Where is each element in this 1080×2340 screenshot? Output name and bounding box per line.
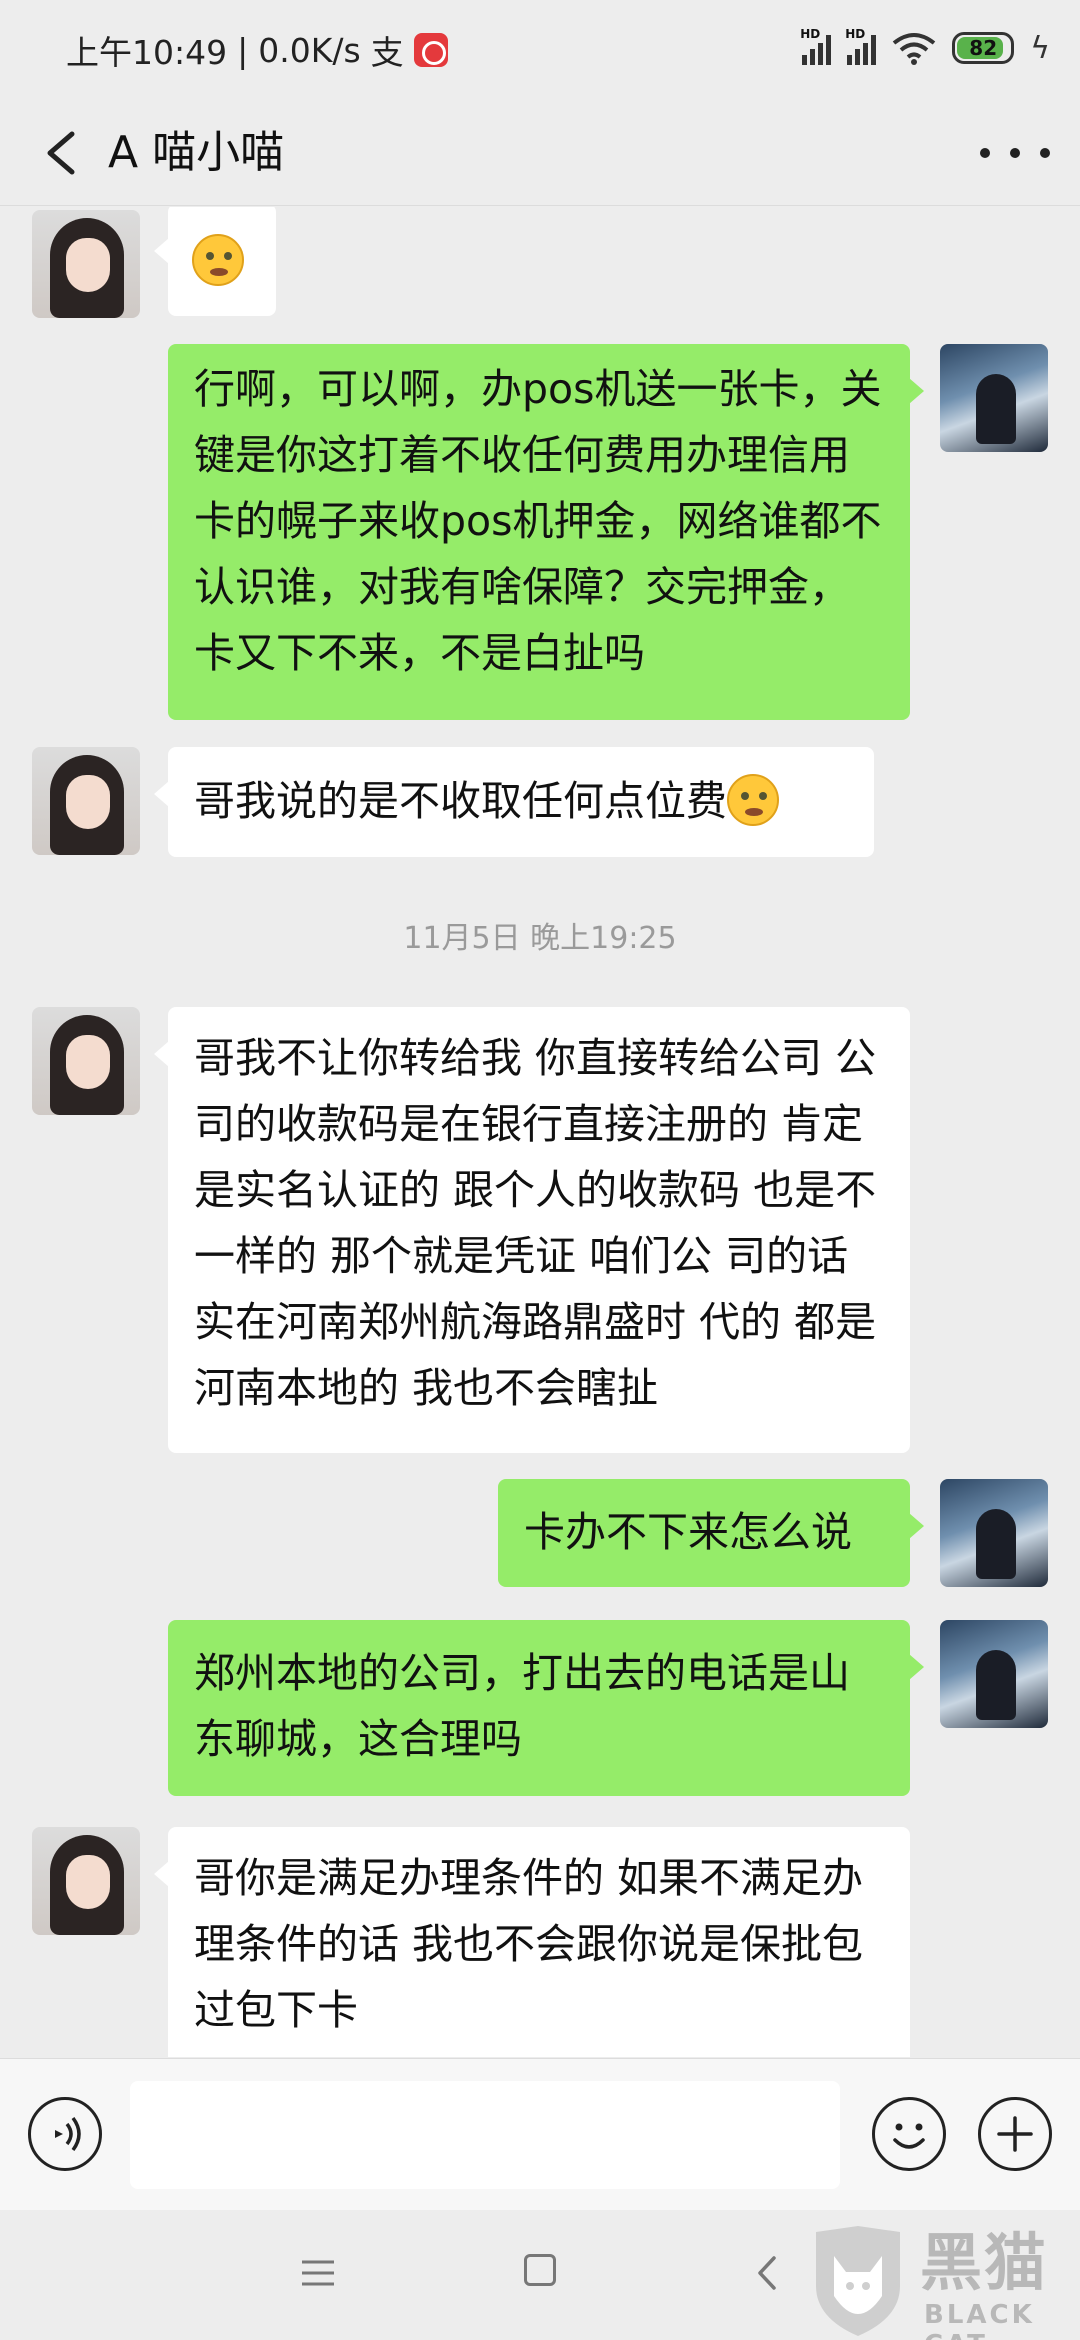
menu-icon[interactable] — [300, 2258, 336, 2288]
status-network-speed: 0.0K/s — [258, 30, 361, 70]
more-dots-icon[interactable] — [980, 128, 1050, 178]
dizzy-face-emoji-icon — [192, 234, 244, 286]
signal-icon-1: HD — [800, 27, 832, 65]
smiley-face-icon — [893, 2123, 925, 2149]
contact-avatar[interactable] — [32, 1827, 140, 1935]
alipay-icon: 支 — [370, 33, 404, 72]
notification-app-icon — [413, 33, 448, 67]
black-cat-watermark: 黑猫 BLACK CAT — [808, 2226, 1078, 2340]
voice-icon[interactable] — [28, 2097, 102, 2171]
bolt-icon: ϟ — [1030, 30, 1050, 66]
message-text: 郑州本地的公司，打出去的电话是山东聊城，这合理吗 — [194, 1649, 850, 1763]
wifi-icon — [892, 33, 936, 65]
message-text: 行啊，可以啊，办pos机送一张卡，关键是你这打着不收任何费用办理信用卡的幌子来收… — [194, 365, 882, 677]
chat-header: A 喵小喵 — [0, 100, 1080, 206]
message-bubble-in[interactable]: 哥你是满足办理条件的 如果不满足办理条件的话 我也不会跟你说是保批包过包下卡 — [154, 1827, 910, 2057]
status-right: HD HD 82 ϟ — [800, 26, 1050, 70]
contact-avatar[interactable] — [32, 1007, 140, 1115]
emoji-icon[interactable] — [872, 2097, 946, 2171]
back-icon[interactable] — [752, 2252, 782, 2294]
watermark-en-text: BLACK CAT — [924, 2300, 1035, 2340]
self-avatar[interactable] — [940, 1479, 1048, 1587]
input-bar — [0, 2058, 1080, 2210]
message-bubble-in[interactable]: 哥我不让你转给我 你直接转给公司 公司的收款码是在银行直接注册的 肯定是实名认证… — [154, 1007, 910, 1453]
battery-level: 82 — [969, 36, 998, 60]
status-separator: | — [237, 30, 249, 70]
time-divider: 11月5日 晚上19:25 — [403, 921, 677, 956]
status-bar: 上午10:49 | 0.0K/s 支 HD HD 82 ϟ — [0, 0, 1080, 100]
message-bubble-out[interactable]: 郑州本地的公司，打出去的电话是山东聊城，这合理吗 — [168, 1620, 924, 1796]
contact-avatar[interactable] — [32, 210, 140, 318]
message-text: 卡办不下来怎么说 — [524, 1508, 852, 1556]
cat-shield-logo-icon — [816, 2226, 900, 2336]
plus-icon[interactable] — [978, 2097, 1052, 2171]
signal-label-1: HD — [800, 27, 821, 41]
message-bubble-out[interactable]: 卡办不下来怎么说 — [498, 1479, 924, 1587]
plus-sign-icon — [997, 2116, 1033, 2152]
message-text: 哥我说的是不收取任何点位费 — [194, 777, 727, 825]
message-bubble-in[interactable] — [154, 207, 276, 316]
watermark-cn-text: 黑猫 — [920, 2226, 1049, 2299]
voice-waves-icon — [55, 2116, 81, 2152]
status-left: 上午10:49 | 0.0K/s 支 — [66, 26, 448, 74]
self-avatar[interactable] — [940, 1620, 1048, 1728]
message-text: 哥你是满足办理条件的 如果不满足办理条件的话 我也不会跟你说是保批包过包下卡 — [194, 1854, 864, 2034]
home-icon[interactable] — [524, 2254, 556, 2286]
battery-icon: 82 — [952, 32, 1015, 64]
message-bubble-out[interactable]: 行啊，可以啊，办pos机送一张卡，关键是你这打着不收任何费用办理信用卡的幌子来收… — [168, 344, 924, 720]
signal-icon-2: HD — [845, 27, 877, 65]
self-avatar[interactable] — [940, 344, 1048, 452]
contact-avatar[interactable] — [32, 747, 140, 855]
status-time: 上午10:49 — [66, 33, 228, 72]
chat-message-list[interactable]: 行啊，可以啊，办pos机送一张卡，关键是你这打着不收任何费用办理信用卡的幌子来收… — [0, 207, 1080, 2057]
message-bubble-in[interactable]: 哥我说的是不收取任何点位费 — [154, 747, 874, 857]
message-input[interactable] — [130, 2081, 840, 2189]
chevron-left-icon[interactable] — [36, 120, 96, 186]
signal-label-2: HD — [845, 27, 866, 41]
pleading-face-emoji-icon — [727, 774, 779, 826]
message-text: 哥我不让你转给我 你直接转给公司 公司的收款码是在银行直接注册的 肯定是实名认证… — [194, 1034, 877, 1412]
chat-title: A 喵小喵 — [108, 127, 285, 178]
